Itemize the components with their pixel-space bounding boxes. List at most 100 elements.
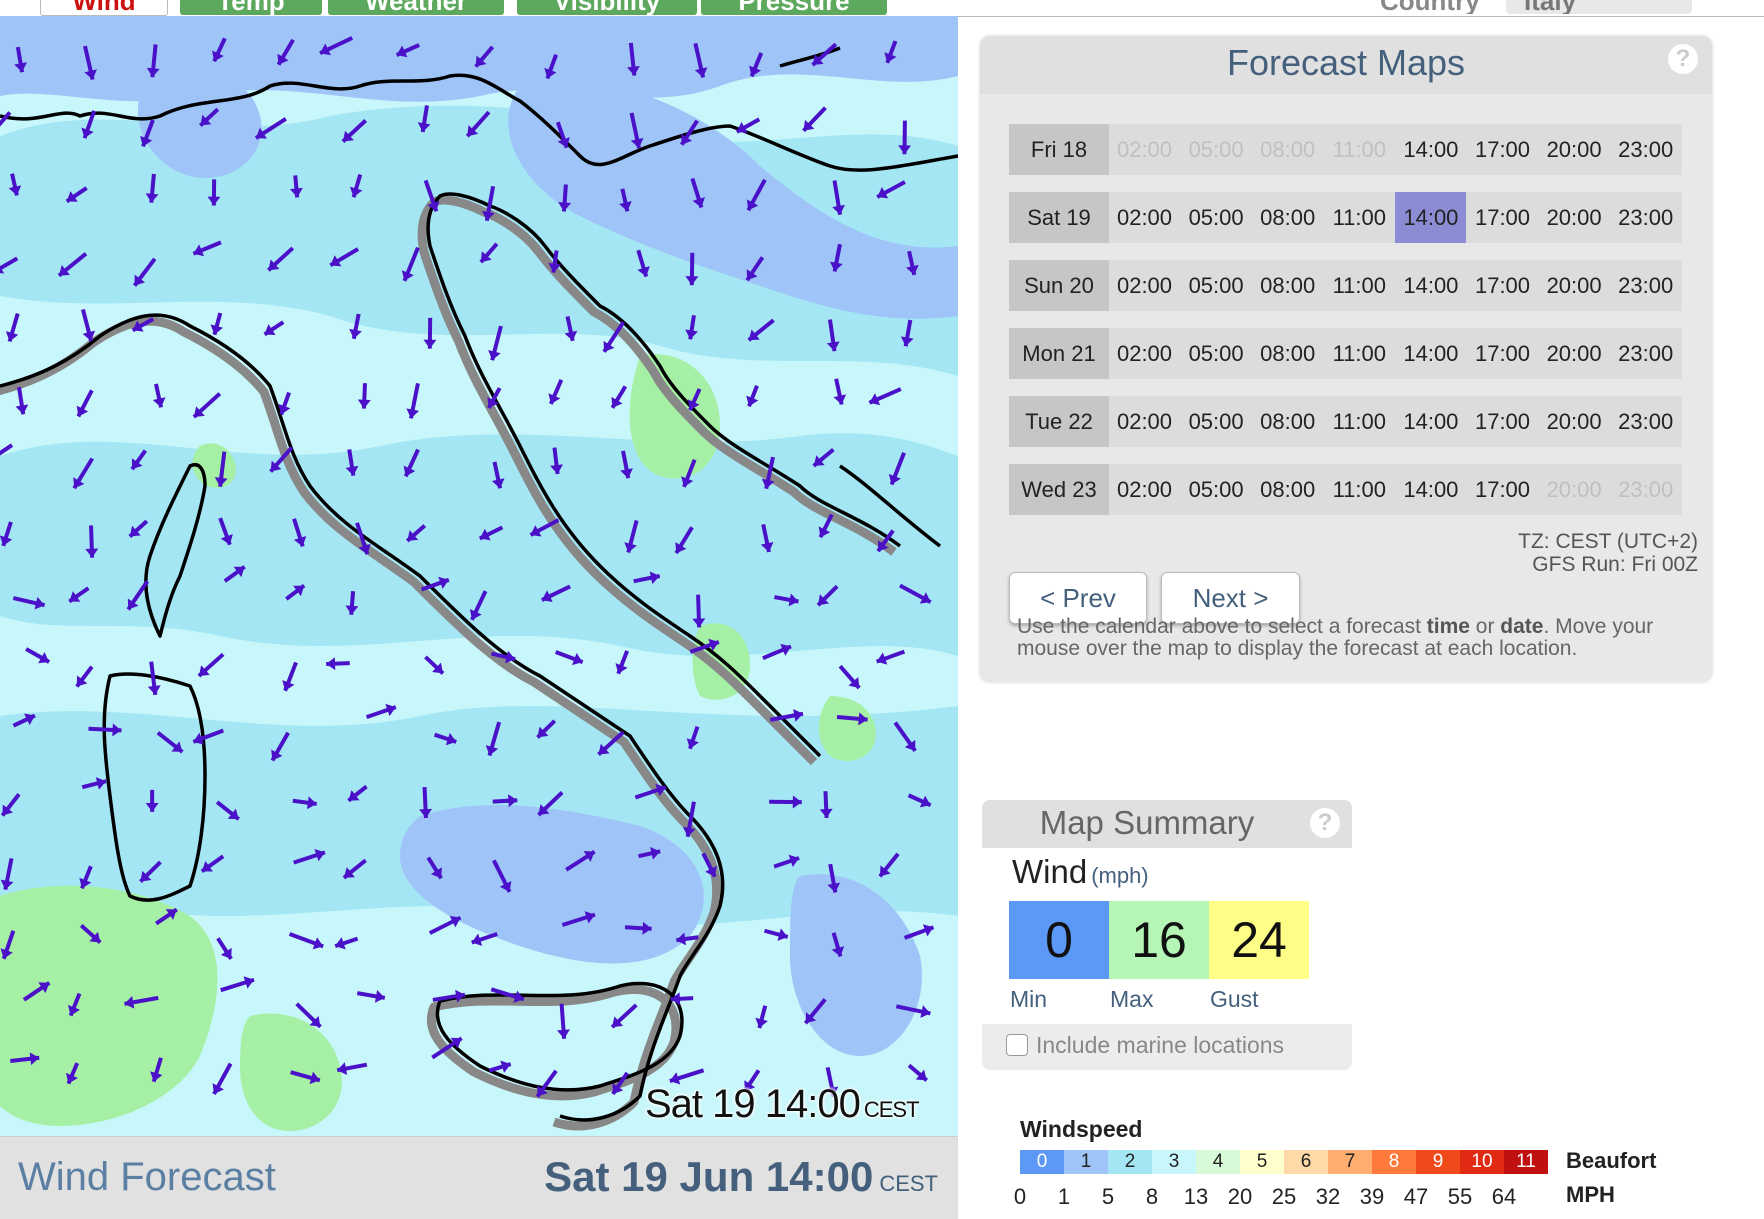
calendar-time-cell[interactable]: 14:00 bbox=[1395, 396, 1466, 447]
calendar-day-label[interactable]: Mon 21 bbox=[1009, 328, 1109, 379]
calendar-time-cell[interactable]: 05:00 bbox=[1181, 328, 1252, 379]
calendar-time-cell: 08:00 bbox=[1252, 124, 1323, 175]
calendar-time-cell[interactable]: 14:00 bbox=[1395, 328, 1466, 379]
calendar-row: Sun 2002:0005:0008:0011:0014:0017:0020:0… bbox=[1009, 260, 1682, 311]
mph-tick: 20 bbox=[1220, 1184, 1260, 1210]
wind-speed-shading bbox=[0, 16, 958, 1131]
calendar-time-cell[interactable]: 14:00 bbox=[1395, 464, 1466, 515]
calendar-time-cell[interactable]: 23:00 bbox=[1610, 192, 1681, 243]
tab-pressure-label: Pressure bbox=[701, 0, 887, 15]
calendar-time-cell[interactable]: 11:00 bbox=[1324, 260, 1395, 311]
wind-min-label: Min bbox=[1010, 986, 1047, 1013]
calendar-time-cell[interactable]: 17:00 bbox=[1467, 260, 1538, 311]
tab-temp[interactable]: Temp bbox=[180, 0, 322, 15]
calendar-time-cell[interactable]: 11:00 bbox=[1324, 328, 1395, 379]
mph-tick: 47 bbox=[1396, 1184, 1436, 1210]
tab-wind[interactable]: Wind bbox=[40, 0, 168, 16]
calendar-time-cell[interactable]: 02:00 bbox=[1109, 328, 1180, 379]
marine-checkbox[interactable] bbox=[1006, 1034, 1028, 1056]
marine-label[interactable]: Include marine locations bbox=[1036, 1032, 1284, 1059]
calendar-time-cell[interactable]: 20:00 bbox=[1539, 260, 1610, 311]
calendar-row: Wed 2302:0005:0008:0011:0014:0017:0020:0… bbox=[1009, 464, 1682, 515]
calendar-time-cell: 02:00 bbox=[1109, 124, 1180, 175]
mph-tick: 32 bbox=[1308, 1184, 1348, 1210]
calendar-time-cell: 23:00 bbox=[1610, 464, 1681, 515]
calendar-time-cell[interactable]: 14:00 bbox=[1395, 192, 1466, 243]
calendar-time-cell[interactable]: 20:00 bbox=[1539, 328, 1610, 379]
calendar-time-cell[interactable]: 17:00 bbox=[1467, 464, 1538, 515]
country-select-value: Italy bbox=[1524, 0, 1576, 14]
tab-bar: Wind Temp Weather Visibility Pressure Co… bbox=[0, 0, 1764, 17]
calendar-time-cell[interactable]: 02:00 bbox=[1109, 396, 1180, 447]
calendar-time-cell[interactable]: 23:00 bbox=[1610, 396, 1681, 447]
calendar-time-cell[interactable]: 08:00 bbox=[1252, 464, 1323, 515]
map-timestamp-tz: CEST bbox=[864, 1097, 919, 1122]
map-datetime: Sat 19 Jun 14:00CEST bbox=[544, 1153, 938, 1201]
calendar-time-cell[interactable]: 02:00 bbox=[1109, 192, 1180, 243]
tab-temp-label: Temp bbox=[180, 0, 322, 15]
wind-max-label: Max bbox=[1110, 986, 1153, 1013]
calendar-time-cell[interactable]: 08:00 bbox=[1252, 328, 1323, 379]
calendar-time-cell[interactable]: 11:00 bbox=[1324, 396, 1395, 447]
mph-tick: 0 bbox=[1000, 1184, 1040, 1210]
tab-weather[interactable]: Weather bbox=[328, 0, 504, 15]
calendar-time-cell[interactable]: 08:00 bbox=[1252, 396, 1323, 447]
instructions-bold-date: date bbox=[1500, 615, 1543, 638]
wind-map-canvas bbox=[0, 16, 958, 1136]
wind-map[interactable]: Sat 19 14:00CEST bbox=[0, 16, 958, 1136]
calendar-time-cell[interactable]: 14:00 bbox=[1395, 260, 1466, 311]
calendar-time-cell[interactable]: 17:00 bbox=[1467, 124, 1538, 175]
calendar-time-cell[interactable]: 11:00 bbox=[1324, 464, 1395, 515]
calendar-time-cell: 05:00 bbox=[1181, 124, 1252, 175]
calendar-time-cell[interactable]: 23:00 bbox=[1610, 328, 1681, 379]
calendar-row: Sat 1902:0005:0008:0011:0014:0017:0020:0… bbox=[1009, 192, 1682, 243]
calendar-time-cell[interactable]: 08:00 bbox=[1252, 260, 1323, 311]
calendar-time-cell[interactable]: 05:00 bbox=[1181, 192, 1252, 243]
calendar-time-cell[interactable]: 20:00 bbox=[1539, 192, 1610, 243]
calendar-instructions: Use the calendar above to select a forec… bbox=[1017, 616, 1697, 660]
calendar-time-cell[interactable]: 20:00 bbox=[1539, 396, 1610, 447]
calendar-day-label[interactable]: Wed 23 bbox=[1009, 464, 1109, 515]
instructions-part-2: or bbox=[1470, 615, 1500, 638]
tab-visibility[interactable]: Visibility bbox=[517, 0, 697, 15]
mph-tick: 1 bbox=[1044, 1184, 1084, 1210]
calendar-time-cell[interactable]: 20:00 bbox=[1539, 124, 1610, 175]
calendar-time-cell[interactable]: 17:00 bbox=[1467, 328, 1538, 379]
calendar-day-label[interactable]: Fri 18 bbox=[1009, 124, 1109, 175]
calendar-time-cell[interactable]: 23:00 bbox=[1610, 260, 1681, 311]
calendar-day-label[interactable]: Tue 22 bbox=[1009, 396, 1109, 447]
mph-tick: 25 bbox=[1264, 1184, 1304, 1210]
beaufort-cell: 3 bbox=[1152, 1150, 1196, 1174]
calendar-time-cell[interactable]: 05:00 bbox=[1181, 260, 1252, 311]
calendar-time-cell[interactable]: 05:00 bbox=[1181, 396, 1252, 447]
wind-arrow-head bbox=[326, 657, 335, 670]
legend-title: Windspeed bbox=[1020, 1116, 1142, 1143]
beaufort-cell: 6 bbox=[1284, 1150, 1328, 1174]
beaufort-label: Beaufort bbox=[1566, 1148, 1656, 1174]
calendar-time-cell[interactable]: 17:00 bbox=[1467, 396, 1538, 447]
calendar-time-cell[interactable]: 23:00 bbox=[1610, 124, 1681, 175]
summary-help-icon[interactable]: ? bbox=[1310, 808, 1340, 838]
forecast-help-icon[interactable]: ? bbox=[1668, 44, 1698, 74]
country-select[interactable]: Italy bbox=[1506, 0, 1692, 14]
beaufort-cell: 9 bbox=[1416, 1150, 1460, 1174]
calendar-time-cell[interactable]: 02:00 bbox=[1109, 260, 1180, 311]
calendar-time-cell[interactable]: 05:00 bbox=[1181, 464, 1252, 515]
calendar-time-cell[interactable]: 17:00 bbox=[1467, 192, 1538, 243]
map-timestamp-text: Sat 19 14:00 bbox=[645, 1082, 860, 1126]
calendar-row: Tue 2202:0005:0008:0011:0014:0017:0020:0… bbox=[1009, 396, 1682, 447]
map-summary-title: Map Summary bbox=[982, 804, 1312, 842]
beaufort-cell: 11 bbox=[1504, 1150, 1548, 1174]
beaufort-cell: 1 bbox=[1064, 1150, 1108, 1174]
calendar-time-cell[interactable]: 14:00 bbox=[1395, 124, 1466, 175]
mph-tick: 8 bbox=[1132, 1184, 1172, 1210]
calendar-time-cell[interactable]: 08:00 bbox=[1252, 192, 1323, 243]
calendar-time-cell[interactable]: 02:00 bbox=[1109, 464, 1180, 515]
calendar-day-label[interactable]: Sat 19 bbox=[1009, 192, 1109, 243]
beaufort-cell: 8 bbox=[1372, 1150, 1416, 1174]
calendar-time-cell[interactable]: 11:00 bbox=[1324, 192, 1395, 243]
tab-pressure[interactable]: Pressure bbox=[701, 0, 887, 15]
mph-label: MPH bbox=[1566, 1182, 1615, 1208]
tab-wind-label: Wind bbox=[41, 0, 167, 16]
calendar-day-label[interactable]: Sun 20 bbox=[1009, 260, 1109, 311]
